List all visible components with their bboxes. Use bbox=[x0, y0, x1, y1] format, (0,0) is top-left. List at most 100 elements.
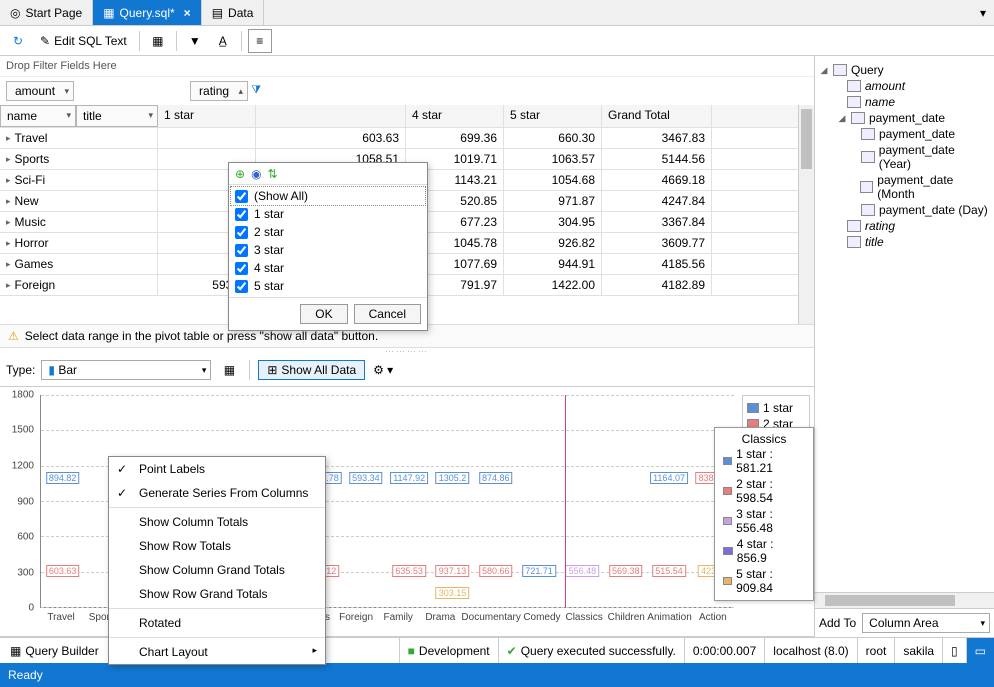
pencil-icon: ✎ bbox=[40, 34, 50, 48]
menu-chart-layout[interactable]: Chart Layout▸ bbox=[109, 640, 325, 664]
tree-node-payment-date[interactable]: ◢payment_date bbox=[819, 110, 990, 126]
show-all-data-button[interactable]: ⊞ Show All Data bbox=[258, 360, 365, 380]
col-header[interactable]: 5 star bbox=[504, 105, 602, 127]
y-tick: 0 bbox=[28, 603, 34, 614]
menu-row-grand[interactable]: Show Row Grand Totals bbox=[109, 582, 325, 606]
tree-node-query[interactable]: ◢Query bbox=[819, 62, 990, 78]
collapse-icon[interactable]: ◢ bbox=[837, 113, 847, 124]
text-style-button[interactable]: A̲ bbox=[211, 29, 235, 53]
expand-icon[interactable]: ▸ bbox=[6, 217, 11, 228]
status-text: Query executed successfully. bbox=[521, 644, 676, 658]
filter-item[interactable]: 5 star bbox=[231, 277, 425, 295]
cell: 1422.00 bbox=[504, 275, 602, 295]
filter-item[interactable]: 2 star bbox=[231, 223, 425, 241]
tabs-dropdown[interactable]: ▾ bbox=[972, 0, 994, 25]
tree-node-payment-day[interactable]: payment_date (Day) bbox=[819, 202, 990, 218]
layout-toggle-1[interactable]: ▯ bbox=[942, 638, 966, 663]
checkbox[interactable] bbox=[235, 190, 248, 203]
checkbox[interactable] bbox=[235, 226, 248, 239]
edit-sql-button[interactable]: ✎ Edit SQL Text bbox=[34, 29, 133, 53]
expand-icon[interactable]: ▸ bbox=[6, 259, 11, 270]
filter-item-show-all[interactable]: (Show All) bbox=[231, 187, 425, 205]
sort-icon[interactable]: ⇅ bbox=[268, 167, 278, 181]
tab-label: Data bbox=[228, 6, 253, 20]
grid-style-button[interactable]: ▦ bbox=[146, 29, 170, 53]
ok-button[interactable]: OK bbox=[300, 304, 347, 324]
separator bbox=[241, 31, 242, 51]
filter-button[interactable]: ▼ bbox=[183, 29, 207, 53]
col-header-grand-total[interactable]: Grand Total bbox=[602, 105, 712, 127]
row-field-title[interactable]: title ▾ bbox=[76, 105, 158, 127]
layout-toggle-2[interactable]: ▭ bbox=[966, 638, 994, 663]
checkbox[interactable] bbox=[235, 244, 248, 257]
refresh-button[interactable]: ↻ bbox=[6, 29, 30, 53]
tab-query-sql[interactable]: ▦ Query.sql* × bbox=[93, 0, 202, 25]
tab-start-page[interactable]: ◎ Start Page bbox=[0, 0, 93, 25]
expand-icon[interactable]: ▸ bbox=[6, 280, 11, 291]
checkbox[interactable] bbox=[235, 280, 248, 293]
filter-item[interactable]: 4 star bbox=[231, 259, 425, 277]
col-header[interactable]: 4 star bbox=[406, 105, 504, 127]
radio-icon[interactable]: ◉ bbox=[251, 167, 261, 181]
tab-query-builder[interactable]: ▦Query Builder bbox=[0, 638, 110, 663]
field-icon bbox=[847, 96, 861, 108]
x-category: Comedy bbox=[521, 612, 563, 628]
x-category: Foreign bbox=[335, 612, 377, 628]
cell: 1063.57 bbox=[504, 149, 602, 169]
query-builder-icon: ▦ bbox=[10, 644, 21, 658]
chevron-down-icon: ▾ bbox=[980, 618, 985, 629]
tree-node-amount[interactable]: amount bbox=[819, 78, 990, 94]
menu-rotated[interactable]: Rotated bbox=[109, 611, 325, 635]
gear-button[interactable]: ⚙ ▾ bbox=[371, 358, 395, 382]
add-icon[interactable]: ⊕ bbox=[235, 167, 245, 181]
field-tree[interactable]: ◢Query amount name ◢payment_date payment… bbox=[815, 56, 994, 256]
filter-drop-zone[interactable]: Drop Filter Fields Here bbox=[0, 56, 814, 77]
globe-icon: ◎ bbox=[10, 6, 20, 20]
query-icon bbox=[833, 64, 847, 76]
tab-data[interactable]: ▤ Data bbox=[202, 0, 265, 25]
menu-point-labels[interactable]: ✓Point Labels bbox=[109, 457, 325, 481]
row-field-name[interactable]: name ▾ bbox=[0, 105, 76, 127]
filter-item[interactable]: 3 star bbox=[231, 241, 425, 259]
tree-node-name[interactable]: name bbox=[819, 94, 990, 110]
menu-generate-series[interactable]: ✓Generate Series From Columns bbox=[109, 481, 325, 505]
chart-tooltip: Classics 1 star : 581.212 star : 598.543… bbox=[714, 427, 814, 601]
checkbox[interactable] bbox=[235, 262, 248, 275]
expand-icon[interactable]: ▸ bbox=[6, 196, 11, 207]
x-category: Drama bbox=[419, 612, 461, 628]
expand-icon[interactable]: ▸ bbox=[6, 238, 11, 249]
expand-icon[interactable]: ▸ bbox=[6, 175, 11, 186]
table-row[interactable]: ▸Travel603.63699.36660.303467.83 bbox=[0, 128, 814, 149]
filter-icon[interactable]: ⧩ bbox=[251, 84, 261, 97]
tree-node-payment-date-sub[interactable]: payment_date bbox=[819, 126, 990, 142]
chart-type-combo[interactable]: ▮ Bar ▾ bbox=[41, 360, 211, 380]
tree-node-payment-month[interactable]: payment_date (Month bbox=[819, 172, 990, 202]
legend-item: 1 star bbox=[747, 400, 805, 416]
chevron-down-icon: ▾ bbox=[65, 86, 70, 97]
cancel-button[interactable]: Cancel bbox=[354, 304, 421, 324]
tree-node-title[interactable]: title bbox=[819, 234, 990, 250]
chart-options-button[interactable]: ▦ bbox=[217, 358, 241, 382]
tooltip-text: 4 star : 856.9 bbox=[737, 537, 805, 565]
collapse-icon[interactable]: ◢ bbox=[819, 65, 829, 76]
menu-col-grand[interactable]: Show Column Grand Totals bbox=[109, 558, 325, 582]
vertical-scrollbar[interactable] bbox=[798, 105, 814, 324]
filter-item[interactable]: 1 star bbox=[231, 205, 425, 223]
layout-button[interactable]: ≡ bbox=[248, 29, 272, 53]
combo-value: Bar bbox=[58, 363, 77, 377]
cell: 4247.84 bbox=[602, 191, 712, 211]
expand-icon[interactable]: ▸ bbox=[6, 154, 11, 165]
add-to-area-combo[interactable]: Column Area ▾ bbox=[862, 613, 990, 633]
legend-label: 1 star bbox=[763, 401, 793, 415]
close-icon[interactable]: × bbox=[184, 6, 191, 20]
expand-icon[interactable]: ▸ bbox=[6, 133, 11, 144]
tree-horizontal-scrollbar[interactable] bbox=[815, 592, 994, 608]
menu-col-totals[interactable]: Show Column Totals bbox=[109, 510, 325, 534]
data-field-amount[interactable]: amount ▾ bbox=[6, 81, 74, 101]
menu-row-totals[interactable]: Show Row Totals bbox=[109, 534, 325, 558]
tree-node-payment-year[interactable]: payment_date (Year) bbox=[819, 142, 990, 172]
checkbox[interactable] bbox=[235, 208, 248, 221]
col-header[interactable]: 1 star bbox=[158, 105, 256, 127]
column-field-rating[interactable]: rating ▴ ⧩ bbox=[190, 81, 248, 101]
tree-node-rating[interactable]: rating bbox=[819, 218, 990, 234]
